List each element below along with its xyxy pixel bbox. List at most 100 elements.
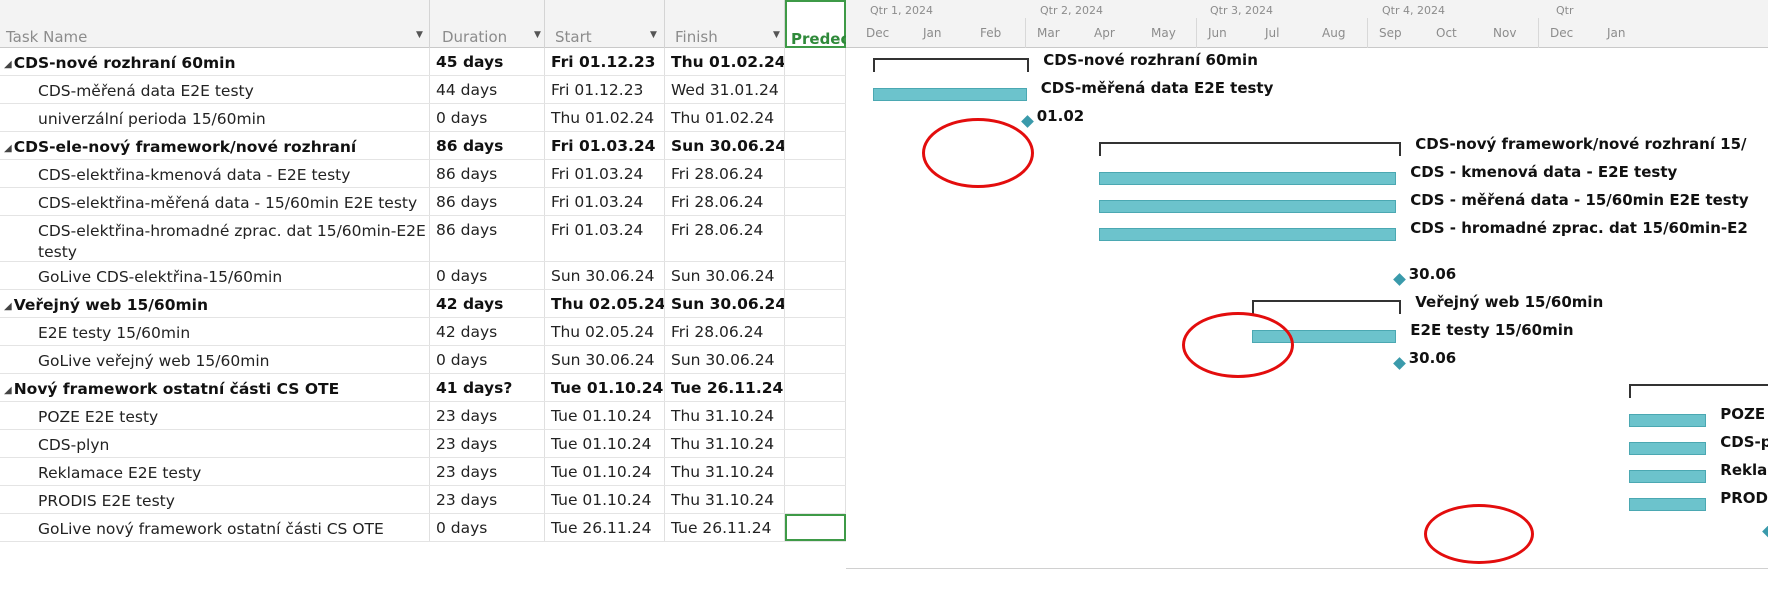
start-cell[interactable]: Fri 01.03.24 — [545, 160, 665, 187]
summary-bar[interactable] — [1098, 142, 1402, 156]
column-header-start[interactable]: Start ▼ — [545, 0, 665, 48]
predecessors-cell[interactable] — [785, 514, 846, 541]
task-name-cell[interactable]: Reklamace E2E testy — [0, 458, 430, 485]
finish-cell[interactable]: Thu 31.10.24 — [665, 486, 785, 513]
duration-cell[interactable]: 23 days — [430, 486, 545, 513]
summary-bar[interactable] — [873, 58, 1030, 72]
task-name-cell[interactable]: ◢CDS-ele-nový framework/nové rozhraní 15… — [0, 132, 430, 159]
predecessors-cell[interactable] — [785, 318, 846, 345]
task-name-cell[interactable]: ◢ Veřejný web 15/60min — [0, 290, 430, 317]
duration-cell[interactable]: 42 days — [430, 290, 545, 317]
finish-cell[interactable]: Thu 31.10.24 — [665, 430, 785, 457]
collapse-triangle-icon[interactable]: ◢ — [4, 380, 12, 401]
predecessors-cell[interactable] — [785, 216, 846, 261]
task-name-cell[interactable]: GoLive veřejný web 15/60min — [0, 346, 430, 373]
duration-cell[interactable]: 41 days? — [430, 374, 545, 401]
finish-cell[interactable]: Fri 28.06.24 — [665, 318, 785, 345]
table-row[interactable]: CDS-měřená data E2E testy 44 days Fri 01.1… — [0, 76, 846, 104]
column-header-finish[interactable]: Finish ▼ — [665, 0, 785, 48]
task-bar[interactable] — [1098, 200, 1397, 213]
predecessors-cell[interactable] — [785, 402, 846, 429]
duration-cell[interactable]: 0 days — [430, 262, 545, 289]
task-bar[interactable] — [1629, 498, 1707, 511]
predecessors-cell[interactable] — [785, 76, 846, 103]
start-cell[interactable]: Thu 02.05.24 — [545, 290, 665, 317]
predecessors-cell[interactable] — [785, 48, 846, 75]
duration-cell[interactable]: 86 days — [430, 188, 545, 215]
task-name-cell[interactable]: GoLive CDS-elektřina-15/60min — [0, 262, 430, 289]
task-name-cell[interactable]: CDS-elektřina-hromadné zprac. dat 15/60m… — [0, 216, 430, 261]
finish-cell[interactable]: Wed 31.01.24 — [665, 76, 785, 103]
start-cell[interactable]: Thu 02.05.24 — [545, 318, 665, 345]
predecessors-cell[interactable] — [785, 104, 846, 131]
duration-cell[interactable]: 23 days — [430, 402, 545, 429]
start-cell[interactable]: Fri 01.03.24 — [545, 132, 665, 159]
finish-cell[interactable]: Thu 31.10.24 — [665, 458, 785, 485]
duration-cell[interactable]: 86 days — [430, 216, 545, 261]
task-bar[interactable] — [1098, 172, 1397, 185]
table-row[interactable]: ◢CDS-ele-nový framework/nové rozhraní 15… — [0, 132, 846, 160]
chevron-down-icon[interactable]: ▼ — [416, 30, 423, 40]
column-header-predecessors[interactable]: Predec — [785, 0, 846, 48]
task-name-cell[interactable]: ◢ Nový framework ostatní části CS OTE — [0, 374, 430, 401]
start-cell[interactable]: Tue 01.10.24 — [545, 430, 665, 457]
start-cell[interactable]: Sun 30.06.24 — [545, 262, 665, 289]
task-name-cell[interactable]: POZE E2E testy — [0, 402, 430, 429]
duration-cell[interactable]: 0 days — [430, 346, 545, 373]
table-row[interactable]: GoLive CDS-elektřina-15/60min 0 days Sun 3… — [0, 262, 846, 290]
table-row[interactable]: ◢ CDS-nové rozhraní 60min 45 days Fri 01.12… — [0, 48, 846, 76]
table-row[interactable]: CDS-plyn 23 days Tue 01.10.24 Thu 31.10.24 — [0, 430, 846, 458]
predecessors-cell[interactable] — [785, 346, 846, 373]
milestone-marker[interactable] — [1392, 273, 1406, 286]
table-row[interactable]: PRODIS E2E testy 23 days Tue 01.10.24 Thu 3… — [0, 486, 846, 514]
table-row[interactable]: Reklamace E2E testy 23 days Tue 01.10.24 Th… — [0, 458, 846, 486]
task-bar[interactable] — [1629, 414, 1707, 427]
duration-cell[interactable]: 44 days — [430, 76, 545, 103]
task-bar[interactable] — [1629, 470, 1707, 483]
task-bar[interactable] — [873, 88, 1027, 101]
column-header-duration[interactable]: Duration ▼ — [430, 0, 545, 48]
finish-cell[interactable]: Sun 30.06.24 — [665, 132, 785, 159]
start-cell[interactable]: Sun 30.06.24 — [545, 346, 665, 373]
table-row[interactable]: CDS-elektřina-měřená data - 15/60min E2E… — [0, 188, 846, 216]
start-cell[interactable]: Tue 01.10.24 — [545, 374, 665, 401]
duration-cell[interactable]: 0 days — [430, 514, 545, 541]
duration-cell[interactable]: 86 days — [430, 132, 545, 159]
summary-bar[interactable] — [1629, 384, 1768, 398]
task-name-cell[interactable]: CDS-měřená data E2E testy — [0, 76, 430, 103]
predecessors-cell[interactable] — [785, 486, 846, 513]
start-cell[interactable]: Tue 01.10.24 — [545, 486, 665, 513]
task-name-cell[interactable]: univerzální perioda 15/60min — [0, 104, 430, 131]
milestone-marker[interactable] — [1762, 525, 1768, 538]
start-cell[interactable]: Tue 01.10.24 — [545, 402, 665, 429]
table-row[interactable]: univerzální perioda 15/60min 0 days Thu 01… — [0, 104, 846, 132]
chevron-down-icon[interactable]: ▼ — [534, 30, 541, 40]
duration-cell[interactable]: 23 days — [430, 430, 545, 457]
duration-cell[interactable]: 86 days — [430, 160, 545, 187]
table-row[interactable]: GoLive veřejný web 15/60min 0 days Sun 30.… — [0, 346, 846, 374]
table-row[interactable]: POZE E2E testy 23 days Tue 01.10.24 Thu 31.… — [0, 402, 846, 430]
milestone-marker[interactable] — [1392, 357, 1406, 370]
chevron-down-icon[interactable]: ▼ — [773, 30, 780, 40]
table-row[interactable]: E2E testy 15/60min 42 days Thu 02.05.24 Fri… — [0, 318, 846, 346]
predecessors-cell[interactable] — [785, 430, 846, 457]
finish-cell[interactable]: Thu 01.02.24 — [665, 48, 785, 75]
task-name-cell[interactable]: CDS-elektřina-měřená data - 15/60min E2E… — [0, 188, 430, 215]
finish-cell[interactable]: Sun 30.06.24 — [665, 290, 785, 317]
predecessors-cell[interactable] — [785, 132, 846, 159]
duration-cell[interactable]: 0 days — [430, 104, 545, 131]
duration-cell[interactable]: 23 days — [430, 458, 545, 485]
start-cell[interactable]: Fri 01.12.23 — [545, 76, 665, 103]
task-name-cell[interactable]: E2E testy 15/60min — [0, 318, 430, 345]
predecessors-cell[interactable] — [785, 374, 846, 401]
start-cell[interactable]: Fri 01.03.24 — [545, 216, 665, 261]
collapse-triangle-icon[interactable]: ◢ — [4, 296, 12, 317]
finish-cell[interactable]: Thu 01.02.24 — [665, 104, 785, 131]
finish-cell[interactable]: Fri 28.06.24 — [665, 188, 785, 215]
finish-cell[interactable]: Thu 31.10.24 — [665, 402, 785, 429]
task-name-cell[interactable]: GoLive nový framework ostatní části CS O… — [0, 514, 430, 541]
predecessors-cell[interactable] — [785, 290, 846, 317]
finish-cell[interactable]: Sun 30.06.24 — [665, 262, 785, 289]
task-name-cell[interactable]: CDS-elektřina-kmenová data - E2E testy — [0, 160, 430, 187]
finish-cell[interactable]: Tue 26.11.24 — [665, 374, 785, 401]
